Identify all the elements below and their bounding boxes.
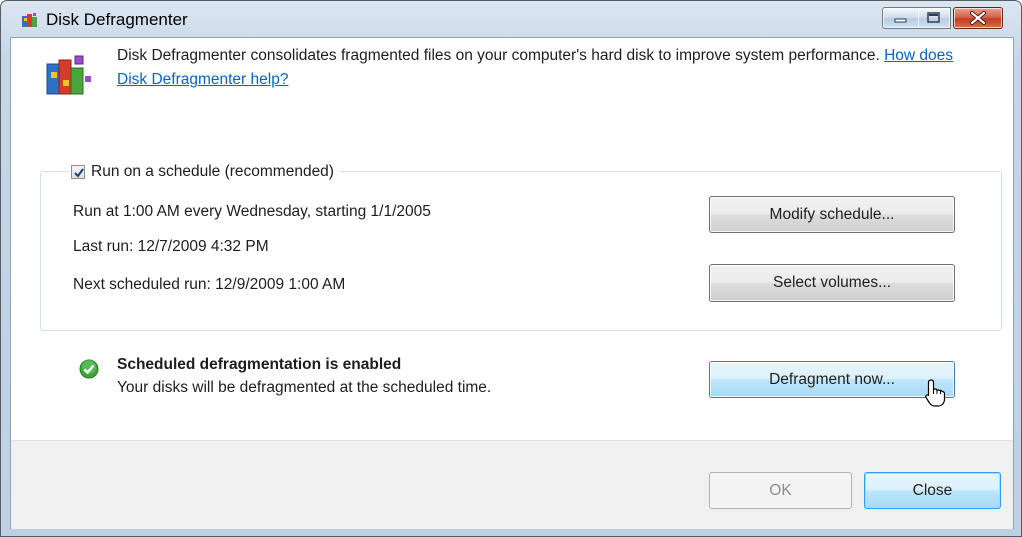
ok-label: OK [769, 481, 792, 499]
modify-schedule-button[interactable]: Modify schedule... [709, 196, 955, 233]
dialog-footer: OK Close [11, 440, 1013, 529]
select-volumes-label: Select volumes... [772, 274, 892, 291]
disk-defragmenter-window: Disk Defragmenter Disk Defragmenter cons… [0, 0, 1022, 537]
select-volumes-button[interactable]: Select volumes... [709, 264, 955, 302]
defragmenter-large-icon [46, 55, 91, 95]
run-on-schedule-label: Run on a schedule (recommended) [91, 163, 334, 180]
maximize-icon [927, 12, 940, 23]
status-subtitle: Your disks will be defragmented at the s… [117, 379, 492, 396]
window-title: Disk Defragmenter [46, 10, 188, 29]
ok-button[interactable]: OK [709, 472, 852, 509]
last-run: Last run: 12/7/2009 4:32 PM [73, 238, 269, 255]
minimize-icon [894, 18, 907, 23]
title-bar[interactable]: Disk Defragmenter [1, 1, 1021, 37]
check-circle-icon [79, 359, 99, 379]
run-on-schedule-checkbox[interactable] [71, 165, 85, 179]
close-label: Close [912, 481, 953, 499]
description: Disk Defragmenter consolidates fragmente… [117, 44, 977, 92]
close-icon [970, 11, 986, 25]
status-title: Scheduled defragmentation is enabled [117, 356, 402, 373]
schedule-run-at: Run at 1:00 AM every Wednesday, starting… [73, 203, 431, 220]
maximize-button[interactable] [918, 7, 951, 29]
description-text: Disk Defragmenter consolidates fragmente… [117, 47, 880, 64]
next-scheduled-run: Next scheduled run: 12/9/2009 1:00 AM [73, 276, 346, 293]
modify-schedule-label: Modify schedule... [769, 205, 895, 223]
mouse-pointer-icon [925, 379, 946, 407]
checkmark-icon [74, 168, 84, 178]
defragment-now-button[interactable]: Defragment now... [709, 361, 955, 398]
minimize-button[interactable] [882, 7, 920, 29]
defragment-now-label: Defragment now... [769, 370, 895, 388]
disk-defragmenter-app-icon [22, 13, 37, 27]
schedule-checkbox-row[interactable]: Run on a schedule (recommended) [69, 161, 340, 183]
close-window-button[interactable] [953, 7, 1003, 29]
dialog-content: Disk Defragmenter consolidates fragmente… [10, 37, 1014, 529]
close-button[interactable]: Close [864, 472, 1001, 509]
